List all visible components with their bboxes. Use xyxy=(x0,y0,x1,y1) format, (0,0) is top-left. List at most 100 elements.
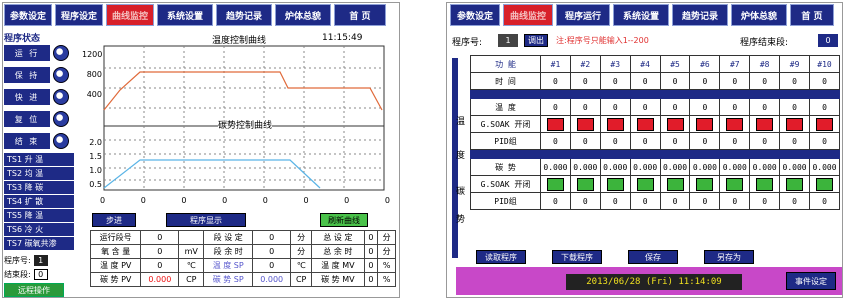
x-axis-labels: 00000000 xyxy=(100,196,390,205)
rnav-home[interactable]: 首 页 xyxy=(790,4,834,26)
side-shi: 势 xyxy=(456,215,466,225)
soak-checkbox-icon[interactable] xyxy=(606,117,624,131)
save-button[interactable]: 保存 xyxy=(628,250,678,264)
ts2: TS2 均 温 xyxy=(4,167,74,180)
prog-no-value[interactable]: 1 xyxy=(33,254,48,266)
status-table: 运行段号 0 段 设 定0分总 设 定0分 氧 含 量 0 mV 段 余 时0分总 余 时… xyxy=(89,230,396,287)
soak-checkbox-icon[interactable] xyxy=(576,117,594,131)
clock: 11:15:49 xyxy=(322,33,363,43)
table-row: 时 间 0000000000 xyxy=(470,72,840,90)
end-knob-icon[interactable] xyxy=(53,133,69,149)
note-text: 注:程序号只能输入1--200 xyxy=(556,36,649,45)
end-seg-value[interactable]: 0 xyxy=(33,268,48,280)
hold-label: 保 持 xyxy=(4,67,50,83)
soak-checkbox-icon[interactable] xyxy=(636,177,654,191)
soak-checkbox-icon[interactable] xyxy=(576,177,594,191)
ff-label: 快 进 xyxy=(4,89,50,105)
ts6: TS6 冷 火 xyxy=(4,223,74,236)
rnav-trend[interactable]: 趋势记录 xyxy=(672,4,728,26)
side-wen: 温 xyxy=(456,117,466,127)
rnav-run[interactable]: 程序运行 xyxy=(556,4,610,26)
program-table: 功 能 #1 #2 #3 #4 #5 #6 #7 #8 #9 #10 时 间 0000000000… xyxy=(470,55,840,210)
nav-param[interactable]: 参数设定 xyxy=(4,4,52,26)
event-settings-button[interactable]: 事件设定 xyxy=(786,272,836,290)
table-row: 温 度 PV 0 ℃ 温 度 SP 0 ℃ 温 度 MV 0% xyxy=(89,258,396,273)
nav-curve[interactable]: 曲线监控 xyxy=(106,4,154,26)
right-nav: 参数设定 曲线监控 程序运行 系统设置 趋势记录 炉体总貌 首 页 xyxy=(450,4,834,26)
soak-checkbox-icon[interactable] xyxy=(726,177,744,191)
temp-yticks: 1200 800 400 xyxy=(82,50,103,99)
ts3: TS3 降 碳 xyxy=(4,181,74,194)
rnav-furnace[interactable]: 炉体总貌 xyxy=(731,4,787,26)
reset-knob-icon[interactable] xyxy=(53,111,69,127)
soak-checkbox-icon[interactable] xyxy=(816,117,833,131)
soak-checkbox-icon[interactable] xyxy=(546,117,564,131)
read-program-button[interactable]: 读取程序 xyxy=(476,250,526,264)
soak-checkbox-icon[interactable] xyxy=(666,177,684,191)
nav-program[interactable]: 程序设定 xyxy=(55,4,103,26)
soak-checkbox-icon[interactable] xyxy=(756,117,774,131)
soak-checkbox-icon[interactable] xyxy=(606,177,624,191)
nav-furnace[interactable]: 炉体总貌 xyxy=(275,4,331,26)
r-end-value[interactable]: 0 xyxy=(818,34,838,47)
r-end-label: 程序结束段: xyxy=(740,38,789,48)
temp-chart-title: 温度控制曲线 xyxy=(212,36,267,46)
ctrl-run[interactable]: 运 行 xyxy=(4,42,80,64)
soak-checkbox-icon[interactable] xyxy=(546,177,564,191)
ctrl-ff[interactable]: 快 进 xyxy=(4,86,80,108)
table-row: 氧 含 量 0 mV 段 余 时0分总 余 时0分 xyxy=(89,244,396,259)
table-row: 碳 势 PV 0.000 CP 碳 势 SP 0.000 CP 碳 势 MV 0% xyxy=(89,272,396,287)
chart-buttons: 步进 程序显示 刷新曲线 xyxy=(92,213,368,227)
soak-checkbox-icon[interactable] xyxy=(786,117,804,131)
end-label: 结 束 xyxy=(4,133,50,149)
call-button[interactable]: 调出 xyxy=(524,34,548,47)
ts7: TS7 碳氧共渗 xyxy=(4,237,74,250)
soak-checkbox-icon[interactable] xyxy=(726,117,744,131)
table-row: G.SOAK 开闭 xyxy=(470,115,840,133)
ts5: TS5 降 温 xyxy=(4,209,74,222)
ctrl-reset[interactable]: 复 位 xyxy=(4,108,80,130)
rnav-param[interactable]: 参数设定 xyxy=(450,4,500,26)
rnav-curve[interactable]: 曲线监控 xyxy=(503,4,553,26)
nav-system[interactable]: 系统设置 xyxy=(157,4,213,26)
table-row: 运行段号 0 段 设 定0分总 设 定0分 xyxy=(89,230,396,245)
program-status-panel: 程序状态 运 行 保 持 快 进 复 位 结 束 TS1 升 温 TS2 均 温… xyxy=(4,31,80,297)
soak-checkbox-icon[interactable] xyxy=(786,177,804,191)
soak-checkbox-icon[interactable] xyxy=(666,117,684,131)
ts4: TS4 扩 散 xyxy=(4,195,74,208)
table-row: 功 能 #1 #2 #3 #4 #5 #6 #7 #8 #9 #10 xyxy=(470,55,840,73)
carbon-yticks: 2.0 1.5 1.0 0.5 xyxy=(89,138,102,189)
table-row: PID组 0000000000 xyxy=(470,192,840,210)
ts1: TS1 升 温 xyxy=(4,153,74,166)
r-prog-label: 程序号: xyxy=(452,38,483,48)
program-display-button[interactable]: 程序显示 xyxy=(166,213,246,227)
soak-checkbox-icon[interactable] xyxy=(636,117,654,131)
reset-label: 复 位 xyxy=(4,111,50,127)
soak-checkbox-icon[interactable] xyxy=(756,177,774,191)
side-du: 度 xyxy=(456,151,466,161)
ff-knob-icon[interactable] xyxy=(53,89,69,105)
table-row: G.SOAK 开闭 xyxy=(470,175,840,193)
prog-no-label: 程序号: xyxy=(4,255,31,265)
program-buttons: 读取程序 下载程序 保存 另存为 xyxy=(476,250,754,264)
left-nav: 参数设定 程序设定 曲线监控 系统设置 趋势记录 炉体总貌 首 页 xyxy=(4,4,386,26)
nav-trend[interactable]: 趋势记录 xyxy=(216,4,272,26)
run-knob-icon[interactable] xyxy=(53,45,69,61)
soak-checkbox-icon[interactable] xyxy=(696,117,714,131)
save-as-button[interactable]: 另存为 xyxy=(704,250,754,264)
soak-checkbox-icon[interactable] xyxy=(816,177,833,191)
step-button[interactable]: 步进 xyxy=(92,213,136,227)
rnav-system[interactable]: 系统设置 xyxy=(613,4,669,26)
table-row: PID组 0000000000 xyxy=(470,132,840,150)
datetime-display: 2013/06/28 (Fri) 11:14:09 xyxy=(566,274,742,290)
remote-button[interactable]: 远程操作 xyxy=(4,283,64,297)
ctrl-hold[interactable]: 保 持 xyxy=(4,64,80,86)
ctrl-end[interactable]: 结 束 xyxy=(4,130,80,152)
run-label: 运 行 xyxy=(4,45,50,61)
r-prog-value[interactable]: 1 xyxy=(498,34,518,47)
download-program-button[interactable]: 下载程序 xyxy=(552,250,602,264)
refresh-curve-button[interactable]: 刷新曲线 xyxy=(320,213,368,227)
hold-knob-icon[interactable] xyxy=(53,67,69,83)
soak-checkbox-icon[interactable] xyxy=(696,177,714,191)
nav-home[interactable]: 首 页 xyxy=(334,4,386,26)
